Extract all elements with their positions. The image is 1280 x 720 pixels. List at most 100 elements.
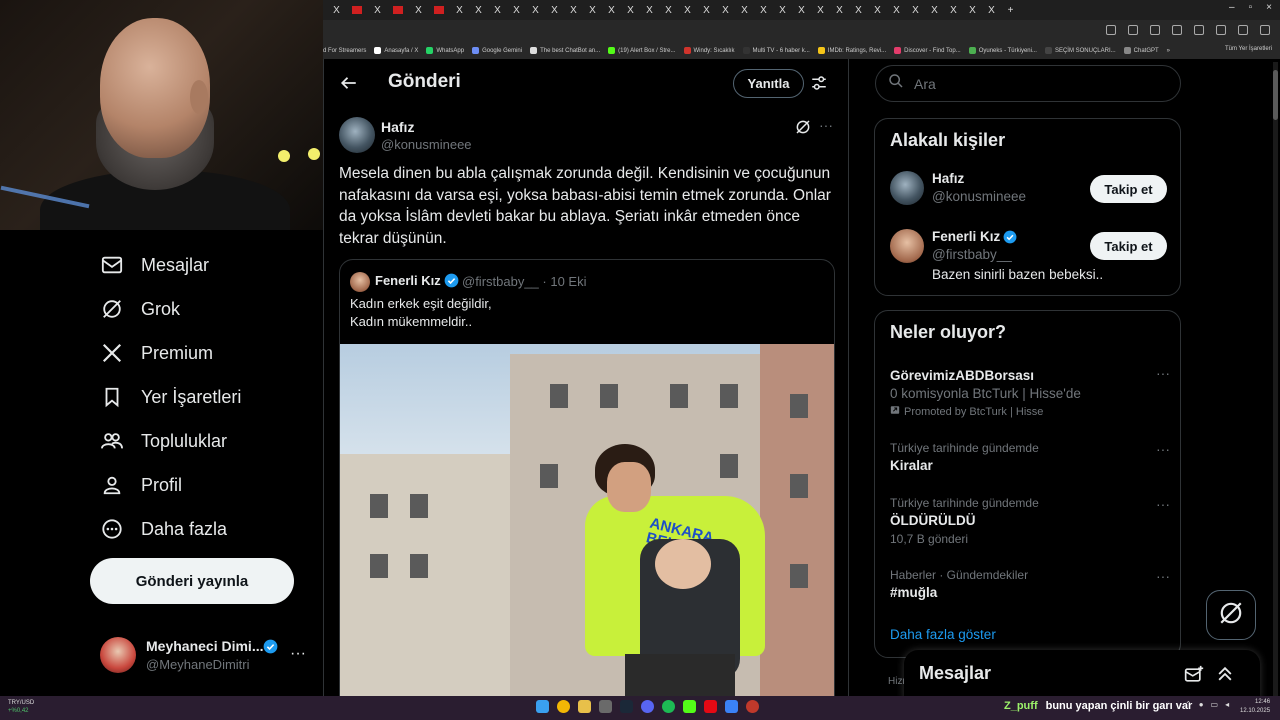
sidepanel-icon[interactable] <box>1238 25 1248 35</box>
bookmark[interactable]: The best ChatBot an... <box>530 47 600 54</box>
tab-close[interactable]: X <box>583 5 602 16</box>
new-message-icon[interactable] <box>1184 665 1204 690</box>
account-more-icon[interactable]: ··· <box>290 645 306 663</box>
nav-bookmarks[interactable]: Yer İşaretleri <box>100 382 241 412</box>
trend-more-icon[interactable]: ··· <box>1156 568 1170 584</box>
cast-icon[interactable] <box>1106 25 1116 35</box>
youtube-tab-icon[interactable] <box>434 6 444 14</box>
bookmark[interactable]: ChatGPT <box>1123 47 1159 54</box>
search-input[interactable]: Ara <box>875 65 1181 102</box>
tab-close[interactable]: X <box>773 5 792 16</box>
bookmark[interactable]: Google Gemini <box>472 47 522 54</box>
discord-icon[interactable] <box>641 700 654 713</box>
bookmark[interactable]: d For Streamers <box>323 48 366 54</box>
youtube-tab-icon[interactable] <box>352 6 362 14</box>
clock[interactable]: 12:46 12.10.2025 <box>1240 698 1270 716</box>
zoom-icon[interactable] <box>1128 25 1138 35</box>
kick-icon[interactable] <box>683 700 696 713</box>
windows-start-icon[interactable] <box>536 700 549 713</box>
page-scrollbar[interactable] <box>1273 62 1278 696</box>
tab-close[interactable]: X <box>735 5 754 16</box>
related-person[interactable]: Fenerli Kız @firstbaby__ Bazen sinirli b… <box>890 229 1170 289</box>
bookmark[interactable]: Discover - Find Top... <box>894 47 961 54</box>
currency-widget[interactable]: TRY/USD +%0,42 <box>8 699 34 715</box>
chrome-icon[interactable] <box>557 700 570 713</box>
tab-close[interactable]: X <box>564 5 583 16</box>
tab-close[interactable]: X <box>925 5 944 16</box>
star-icon[interactable] <box>1172 25 1182 35</box>
tab-close[interactable]: X <box>868 5 887 16</box>
grok-floating-button[interactable] <box>1206 590 1256 640</box>
tab-close[interactable]: X <box>849 5 868 16</box>
post-more-icon[interactable]: ··· <box>819 117 833 133</box>
address-bar[interactable] <box>323 20 1280 42</box>
post-button[interactable]: Gönderi yayınla <box>90 558 294 604</box>
author-name[interactable]: Hafız <box>381 119 414 135</box>
file-explorer-icon[interactable] <box>578 700 591 713</box>
close-window-icon[interactable]: × <box>1266 2 1272 13</box>
app-icon[interactable] <box>725 700 738 713</box>
grok-icon[interactable] <box>795 119 811 140</box>
playlist-icon[interactable] <box>1216 25 1226 35</box>
bookmark[interactable]: SEÇİM SONUÇLARI... <box>1044 47 1116 54</box>
nav-premium[interactable]: Premium <box>100 338 213 368</box>
tab-close[interactable]: X <box>678 5 697 16</box>
bookmark[interactable]: Windy: Sıcaklık <box>683 47 735 54</box>
tab-close[interactable]: X <box>792 5 811 16</box>
bookmark[interactable]: IMDb: Ratings, Revi... <box>817 47 886 54</box>
reply-button[interactable]: Yanıtla <box>733 69 804 98</box>
volume-icon[interactable]: ◂ <box>1225 700 1229 709</box>
scrollbar-thumb[interactable] <box>1273 70 1278 120</box>
menu-icon[interactable] <box>1260 25 1270 35</box>
related-person[interactable]: Hafız @konusmineee Takip et <box>890 171 1170 211</box>
tab-close[interactable]: X <box>906 5 925 16</box>
nav-grok[interactable]: Grok <box>100 294 180 324</box>
nav-more[interactable]: Daha fazla <box>100 514 227 544</box>
tab-close[interactable]: X <box>659 5 678 16</box>
nav-messages[interactable]: Mesajlar <box>100 250 209 280</box>
nav-communities[interactable]: Topluluklar <box>100 426 227 456</box>
tab-close[interactable]: X <box>621 5 640 16</box>
tab-close[interactable]: X <box>640 5 659 16</box>
youtube-tab-icon[interactable] <box>393 6 403 14</box>
tab-close[interactable]: X <box>469 5 488 16</box>
bookmark[interactable]: Oyuneks - Türkiyeni... <box>968 47 1037 54</box>
tab-close[interactable]: X <box>368 5 387 16</box>
bookmark[interactable]: Anasayfa / X <box>374 47 418 54</box>
bookmark[interactable]: (19) Alert Box / Stre... <box>608 47 676 54</box>
show-more-link[interactable]: Daha fazla göster <box>890 627 996 642</box>
all-bookmarks[interactable]: Tüm Yer İşaretleri <box>1225 46 1272 52</box>
steam-icon[interactable] <box>620 700 633 713</box>
bookmark[interactable]: WhatsApp <box>426 47 464 54</box>
network-icon[interactable]: ▭ <box>1211 700 1219 709</box>
author-handle[interactable]: @konusmineee <box>381 137 472 152</box>
expand-drawer-icon[interactable] <box>1215 664 1235 689</box>
translate-icon[interactable] <box>1150 25 1160 35</box>
reply-settings-icon[interactable] <box>810 74 828 97</box>
tab-close[interactable]: X <box>450 5 469 16</box>
bookmarks-overflow[interactable]: » <box>1167 48 1170 54</box>
netflix-icon[interactable] <box>704 700 717 713</box>
messages-drawer[interactable]: Mesajlar <box>904 650 1260 700</box>
account-switcher[interactable]: Meyhaneci Dimi... @MeyhaneDimitri ··· <box>100 635 310 675</box>
quote-image[interactable]: ANKARABELEDİYESİ <box>340 344 834 696</box>
bookmark[interactable]: Multi TV - 6 haber k... <box>742 47 810 54</box>
tab-close[interactable]: X <box>409 5 428 16</box>
tab-close[interactable]: X <box>697 5 716 16</box>
trend-more-icon[interactable]: ··· <box>1156 441 1170 457</box>
follow-button[interactable]: Takip et <box>1090 175 1167 203</box>
spotify-icon[interactable] <box>662 700 675 713</box>
follow-button[interactable]: Takip et <box>1090 232 1167 260</box>
avatar[interactable] <box>339 117 375 153</box>
mic-icon[interactable]: ● <box>1199 700 1204 709</box>
trend-more-icon[interactable]: ··· <box>1156 365 1170 381</box>
tab-close[interactable]: X <box>327 5 346 16</box>
quoted-post[interactable]: Fenerli Kız @firstbaby__ · 10 Eki Kadın … <box>339 259 835 696</box>
new-tab-button[interactable]: + <box>1001 5 1020 16</box>
back-arrow-icon[interactable] <box>338 72 360 94</box>
minimize-icon[interactable]: – <box>1229 2 1235 13</box>
tab-close[interactable]: X <box>602 5 621 16</box>
tab-close[interactable]: X <box>887 5 906 16</box>
trend-item[interactable]: Türkiye tarihinde gündemde Kiralar ··· <box>890 441 1170 473</box>
obs-icon[interactable] <box>746 700 759 713</box>
